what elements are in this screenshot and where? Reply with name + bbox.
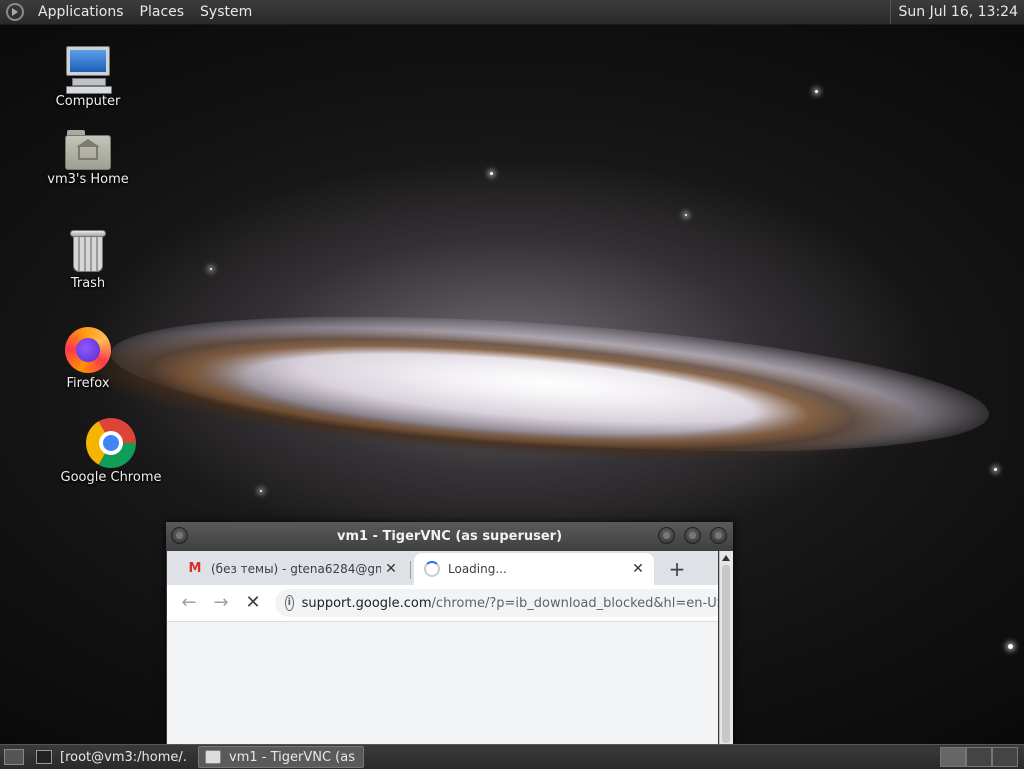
- taskbar-item-label: [root@vm3:/home/...: [60, 750, 186, 765]
- loading-spinner-icon: [424, 561, 440, 577]
- window-title: vm1 - TigerVNC (as superuser): [166, 522, 733, 551]
- desktop-icon-label: Firefox: [33, 376, 143, 391]
- tab-separator: [410, 561, 411, 579]
- address-bar[interactable]: i support.google.com/chrome/?p=ib_downlo…: [275, 589, 718, 617]
- star: [815, 90, 818, 93]
- window-titlebar[interactable]: vm1 - TigerVNC (as superuser): [166, 522, 733, 551]
- desktop-icon-label: Computer: [33, 94, 143, 109]
- star: [210, 268, 212, 270]
- taskbar-item-terminal[interactable]: [root@vm3:/home/...: [30, 746, 192, 768]
- url-host: support.google.com: [302, 596, 432, 611]
- desktop-icon-label: vm3's Home: [33, 172, 143, 187]
- tab-close-icon[interactable]: ✕: [628, 561, 648, 577]
- new-tab-button[interactable]: +: [663, 555, 691, 583]
- maximize-button[interactable]: [684, 527, 701, 544]
- firefox-icon: [64, 326, 112, 374]
- show-desktop-icon[interactable]: [4, 749, 24, 765]
- bottom-panel: [root@vm3:/home/... vm1 - TigerVNC (as .…: [0, 744, 1024, 769]
- scrollbar-thumb[interactable]: [722, 565, 730, 743]
- desktop-icon-label: Trash: [33, 276, 143, 291]
- taskbar-item-label: vm1 - TigerVNC (as ...: [229, 750, 357, 765]
- forward-arrow-icon[interactable]: →: [209, 591, 233, 615]
- browser-tab-strip: M (без темы) - gtena6284@gmail.c ✕ Loadi…: [167, 551, 718, 585]
- tigervnc-icon: [205, 750, 221, 764]
- site-info-icon[interactable]: i: [285, 595, 294, 611]
- distro-logo-icon[interactable]: [6, 3, 24, 21]
- desktop-icon-firefox[interactable]: Firefox: [33, 326, 143, 391]
- workspace-3[interactable]: [992, 747, 1018, 767]
- remote-desktop-view[interactable]: M (без темы) - gtena6284@gmail.c ✕ Loadi…: [167, 551, 718, 744]
- tab-title: (без темы) - gtena6284@gmail.c: [211, 562, 381, 576]
- desktop-icon-chrome[interactable]: Google Chrome: [56, 418, 166, 485]
- taskbar-item-tigervnc[interactable]: vm1 - TigerVNC (as ...: [198, 746, 364, 768]
- browser-tab-gmail[interactable]: M (без темы) - gtena6284@gmail.c ✕: [177, 553, 407, 585]
- star: [994, 468, 997, 471]
- desktop-icon-home[interactable]: vm3's Home: [33, 130, 143, 187]
- workspace-2[interactable]: [966, 747, 992, 767]
- terminal-icon: [36, 750, 52, 764]
- star: [1008, 644, 1013, 649]
- trash-icon: [70, 230, 106, 274]
- browser-tab-loading[interactable]: Loading... ✕: [414, 553, 654, 585]
- star: [260, 490, 262, 492]
- tab-close-icon[interactable]: ✕: [381, 561, 401, 577]
- workspace-1[interactable]: [940, 747, 966, 767]
- places-menu[interactable]: Places: [132, 4, 193, 20]
- applications-menu[interactable]: Applications: [30, 4, 132, 20]
- star: [490, 172, 493, 175]
- vnc-window: vm1 - TigerVNC (as superuser) M (без тем…: [166, 522, 733, 744]
- back-arrow-icon[interactable]: ←: [177, 591, 201, 615]
- clock[interactable]: Sun Jul 16, 13:24: [890, 0, 1024, 24]
- home-folder-icon: [65, 130, 111, 170]
- vertical-scrollbar[interactable]: [719, 551, 733, 744]
- close-window-button[interactable]: [710, 527, 727, 544]
- star: [685, 214, 687, 216]
- tab-title: Loading...: [448, 562, 628, 576]
- desktop-icon-computer[interactable]: Computer: [33, 46, 143, 109]
- stop-loading-icon[interactable]: ✕: [241, 591, 265, 615]
- system-menu[interactable]: System: [192, 4, 260, 20]
- minimize-button[interactable]: [658, 527, 675, 544]
- gmail-icon: M: [187, 561, 203, 577]
- chrome-icon: [86, 418, 136, 468]
- top-panel: Applications Places System Sun Jul 16, 1…: [0, 0, 1024, 25]
- browser-toolbar: ← → ✕ i support.google.com/chrome/?p=ib_…: [167, 585, 718, 622]
- desktop-icon-trash[interactable]: Trash: [33, 230, 143, 291]
- page-content-area[interactable]: [167, 622, 718, 744]
- desktop-icon-label: Google Chrome: [56, 470, 166, 485]
- computer-icon: [64, 46, 112, 92]
- url-path: /chrome/?p=ib_download_blocked&hl=en-US: [432, 596, 718, 611]
- scroll-up-arrow-icon[interactable]: [722, 555, 730, 561]
